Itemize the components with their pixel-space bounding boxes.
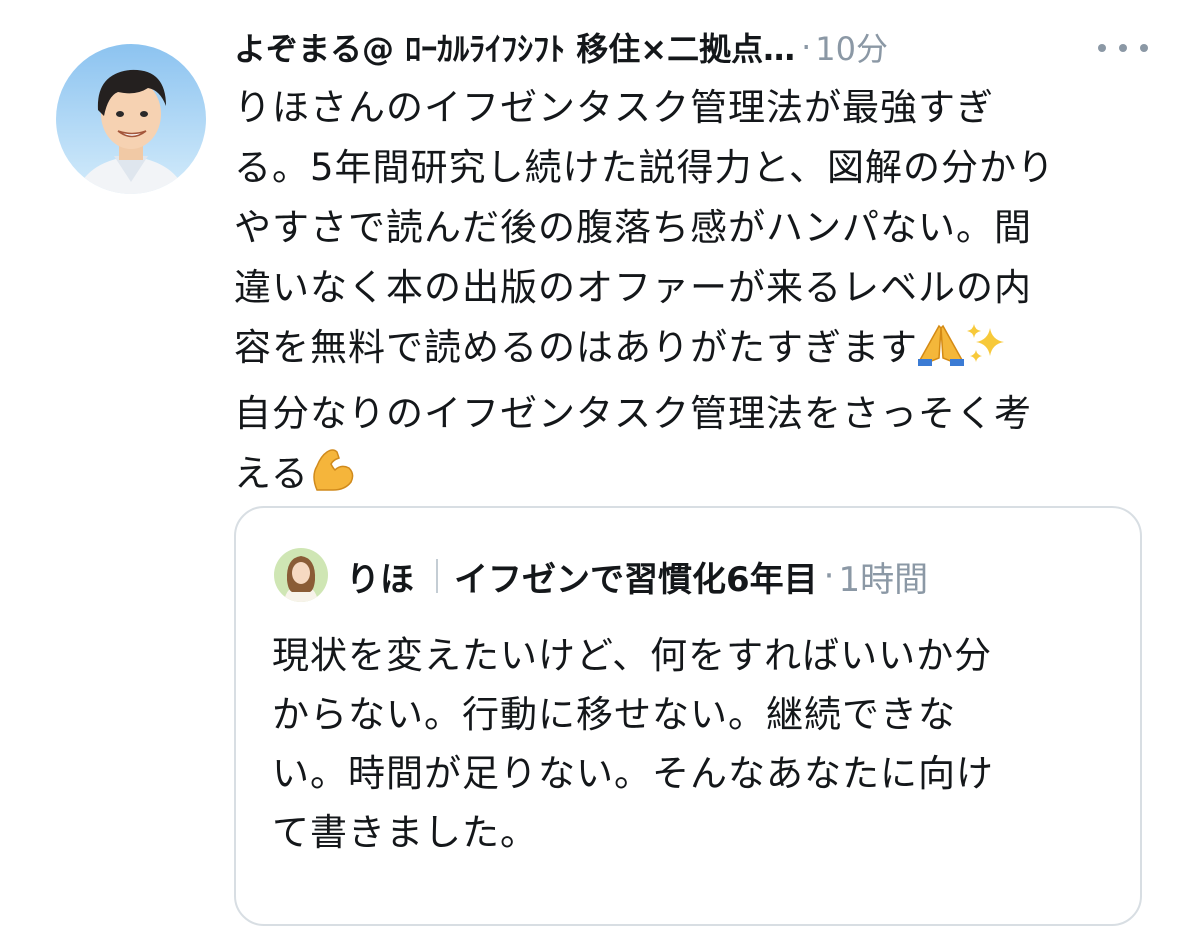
quoted-text-line: からない。行動に移せない。継続できな [272,693,956,736]
name-divider [436,559,438,593]
more-dot [1098,44,1106,52]
quoted-text-line: 現状を変えたいけど、何をすればいいか分 [272,634,993,677]
tweet-text-line: る。5年間研究し続けた説得力と、図解の分かり [234,146,1056,189]
quoted-text-line: て書きました。 [272,811,538,854]
more-dot [1140,44,1148,52]
quoted-author-avatar[interactable] [274,548,328,602]
author-display-name[interactable]: よぞまる@ ﾛｰｶﾙﾗｲﾌｼﾌﾄ 移住×二拠点… [234,24,795,70]
tweet-text-line: りほさんのイフゼンタスク管理法が最強すぎ [234,86,994,129]
more-dot [1119,44,1127,52]
quoted-tweet-text: 現状を変えたいけど、何をすればいいか分 からない。行動に移せない。継続できな い… [272,626,1112,862]
tweet-text-line: 自分なりのイフゼンタスク管理法をさっそく考 [234,392,1032,435]
tweet-header: よぞまる@ ﾛｰｶﾙﾗｲﾌｼﾌﾄ 移住×二拠点… · 10分 [234,22,1154,72]
header-separator: · [801,28,812,66]
tweet-text: りほさんのイフゼンタスク管理法が最強すぎ る。5年間研究し続けた説得力と、図解の… [234,78,1154,510]
quoted-text-line: い。時間が足りない。そんなあなたに向け [272,752,994,795]
tweet-text-line: 容を無料で読めるのはありがたすぎます [234,326,918,369]
quoted-tweet-header: りほ イフゼンで習慣化6年目 · 1時間 [346,548,928,604]
tweet-text-line: やすさで読んだ後の腹落ち感がハンパない。間 [234,206,1032,249]
quoted-author-name[interactable]: りほ [346,552,414,601]
tweet-text-line: 違いなく本の出版のオファーが来るレベルの内 [234,266,1032,309]
author-avatar[interactable] [56,44,206,194]
more-horizontal-icon[interactable] [1098,33,1148,63]
tweet-timestamp[interactable]: 10分 [815,24,888,70]
quoted-author-bio[interactable]: イフゼンで習慣化6年目 [454,552,818,601]
tweet-text-line-with-emoji: える [234,444,1154,510]
tweet-text-line: える [234,452,309,495]
tweet-text-line-with-emoji: 容を無料で読めるのはありがたすぎます [234,318,1154,384]
sparkles-emoji [964,322,1008,384]
quoted-tweet[interactable]: りほ イフゼンで習慣化6年目 · 1時間 現状を変えたいけど、何をすればいいか分… [234,506,1142,926]
quoted-header-separator: · [823,556,835,596]
tweet[interactable]: よぞまる@ ﾛｰｶﾙﾗｲﾌｼﾌﾄ 移住×二拠点… · 10分 りほさんのイフゼン… [0,0,1200,926]
quoted-tweet-timestamp[interactable]: 1時間 [838,552,928,601]
flexed-biceps-emoji [309,446,355,510]
folded-hands-emoji [918,322,964,384]
